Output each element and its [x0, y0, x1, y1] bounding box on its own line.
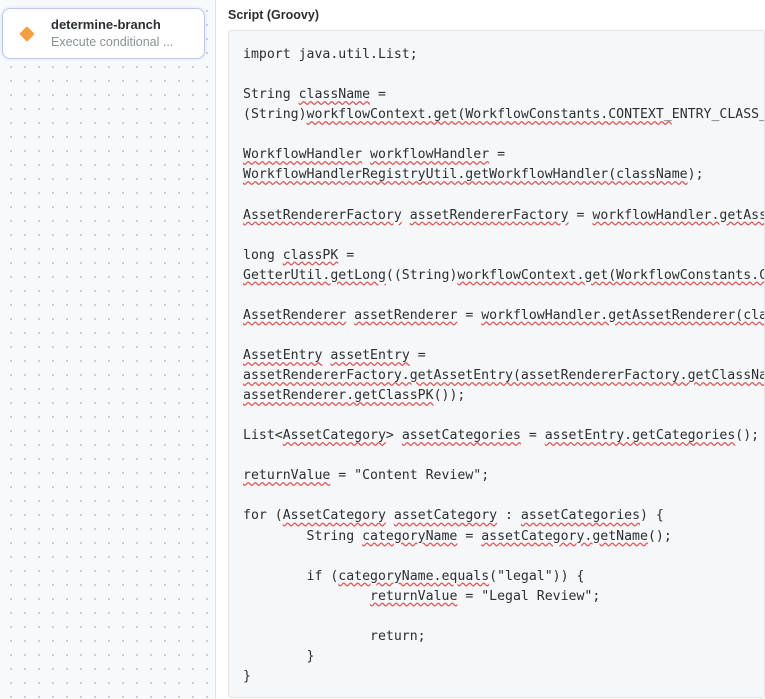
- script-editor[interactable]: import java.util.List; String className …: [228, 30, 765, 698]
- code-token: ((String): [386, 268, 457, 283]
- code-token: if (: [243, 569, 338, 584]
- code-token: workflowContext.get(WorkflowConstants.CO…: [457, 268, 765, 283]
- code-line: import java.util.List;: [243, 47, 418, 62]
- code-token: assetRenderer.getClassPK: [243, 388, 434, 403]
- code-token: classPK: [283, 248, 339, 263]
- code-token: =: [410, 348, 426, 363]
- code-token: assetRenderer: [354, 308, 457, 323]
- code-token: ();: [648, 529, 672, 544]
- code-token: ();: [735, 428, 759, 443]
- code-token: assetRendererFactory: [410, 208, 569, 223]
- code-token: AssetRenderer: [243, 308, 346, 323]
- code-token: =: [457, 308, 481, 323]
- code-token: workflowContext.get(WorkflowConstants.CO…: [307, 107, 672, 122]
- code-token: AssetCategory: [283, 508, 386, 523]
- code-token: ());: [434, 388, 466, 403]
- code-token: ) {: [640, 508, 664, 523]
- code-line: String: [243, 87, 299, 102]
- code-token: ENTRY_CLASS_NAME);: [672, 107, 765, 122]
- code-token: for (: [243, 508, 283, 523]
- code-token: =: [338, 248, 354, 263]
- code-token: assetRendererFactory.getAssetEntry(asset…: [243, 368, 765, 383]
- code-token: );: [688, 167, 704, 182]
- code-token: }: [243, 669, 251, 684]
- code-token: categoryName.equals: [338, 569, 489, 584]
- code-token: :: [497, 508, 521, 523]
- code-token: }: [243, 649, 314, 664]
- code-token: GetterUtil.getLong: [243, 268, 386, 283]
- code-token: returnValue: [370, 589, 457, 604]
- code-token: categoryName: [362, 529, 457, 544]
- code-token: (String): [243, 107, 307, 122]
- code-token: return;: [243, 629, 426, 644]
- node-title: determine-branch: [51, 17, 173, 34]
- code-token: workflowHandler: [370, 147, 489, 162]
- code-token: className: [299, 87, 370, 102]
- code-token: AssetEntry: [243, 348, 322, 363]
- code-token: = "Legal Review";: [457, 589, 600, 604]
- node-text: determine-branch Execute conditional ...: [51, 17, 173, 50]
- code-token: assetEntry: [330, 348, 409, 363]
- code-token: =: [489, 147, 505, 162]
- code-token: = "Content Review";: [330, 468, 489, 483]
- code-token: =: [457, 529, 481, 544]
- code-token: List<: [243, 428, 283, 443]
- workflow-canvas[interactable]: determine-branch Execute conditional ...: [0, 0, 215, 699]
- code-token: [362, 147, 370, 162]
- node-subtitle: Execute conditional ...: [51, 34, 173, 50]
- code-token: returnValue: [243, 468, 330, 483]
- node-determine-branch[interactable]: determine-branch Execute conditional ...: [2, 8, 205, 59]
- code-token: workflowHandler.getAssetRendererFactory(…: [592, 208, 765, 223]
- code-token: [346, 308, 354, 323]
- code-token: WorkflowHandlerRegistryUtil.getWorkflowH…: [243, 167, 688, 182]
- code-token: assetCategories: [402, 428, 521, 443]
- code-token: String: [243, 529, 362, 544]
- code-token: =: [521, 428, 545, 443]
- code-token: [386, 508, 394, 523]
- code-token: >: [386, 428, 402, 443]
- code-token: AssetRendererFactory: [243, 208, 402, 223]
- code-token: [243, 589, 370, 604]
- code-token: ("legal")) {: [489, 569, 584, 584]
- diamond-icon: [13, 20, 41, 48]
- code-token: assetCategories: [521, 508, 640, 523]
- code-token: assetCategory: [394, 508, 497, 523]
- code-token: WorkflowHandler: [243, 147, 362, 162]
- code-token: assetEntry.getCategories: [545, 428, 736, 443]
- code-token: AssetCategory: [283, 428, 386, 443]
- code-token: assetCategory.getName: [481, 529, 648, 544]
- code-token: [402, 208, 410, 223]
- code-token: long: [243, 248, 283, 263]
- code-token: =: [569, 208, 593, 223]
- properties-panel: Script (Groovy) import java.util.List; S…: [215, 0, 765, 699]
- code-token: =: [370, 87, 386, 102]
- section-heading-script: Script (Groovy): [216, 0, 765, 30]
- code-token: workflowHandler.getAssetRenderer(classPK: [481, 308, 765, 323]
